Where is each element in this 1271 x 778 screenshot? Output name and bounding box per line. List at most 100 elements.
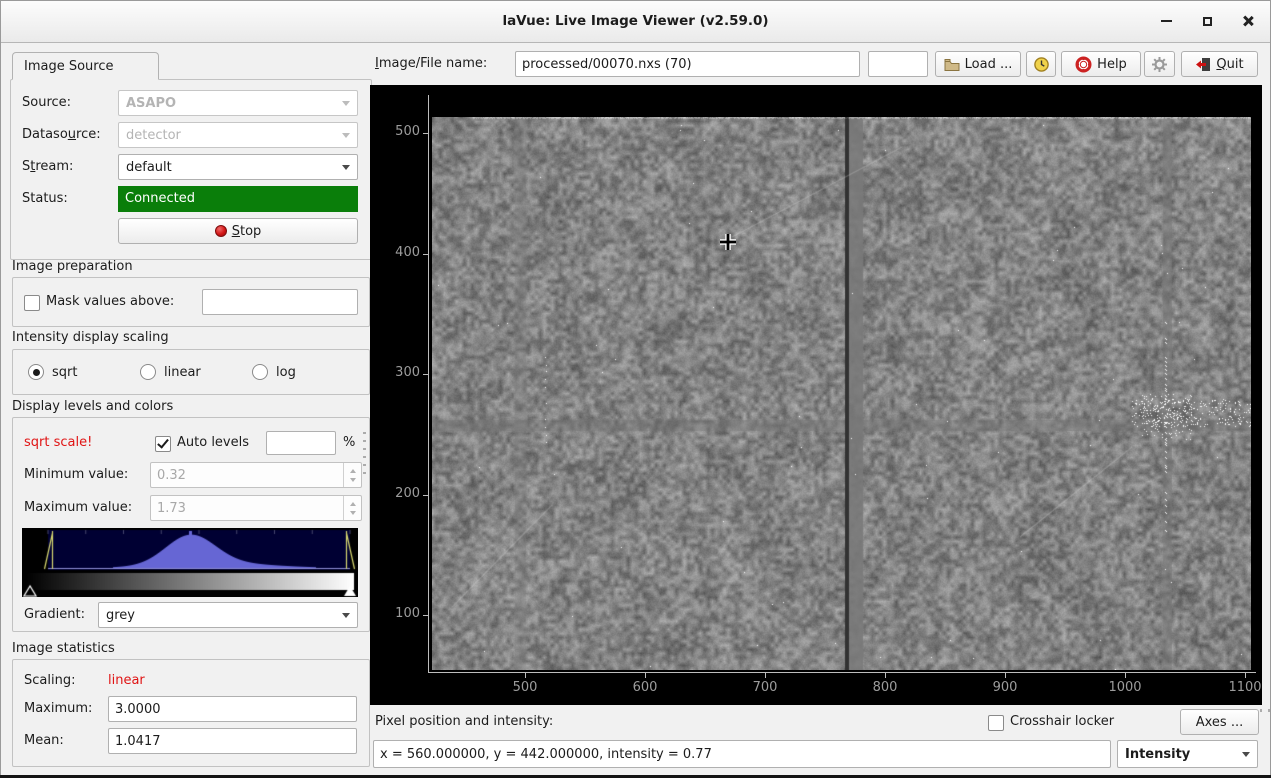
x-tick-label: 900 [977, 680, 1033, 695]
x-tick-mark [885, 673, 886, 678]
minimum-value-input [150, 462, 362, 488]
pixel-position-label: Pixel position and intensity: [375, 709, 553, 735]
datasource-combo: detector [118, 122, 358, 148]
auto-levels-label: Auto levels [177, 430, 249, 456]
radio-sqrt[interactable]: sqrt [28, 364, 140, 380]
stats-scaling-value: linear [108, 668, 145, 694]
display-levels-title: Display levels and colors [12, 398, 173, 416]
stats-maximum-label: Maximum: [24, 696, 92, 722]
close-icon[interactable] [1237, 10, 1259, 32]
frame-index-input[interactable] [868, 51, 928, 77]
settings-button[interactable] [1144, 51, 1175, 77]
chevron-down-icon [1242, 752, 1250, 761]
quit-icon [1195, 57, 1211, 72]
stream-label: Stream: [22, 154, 73, 180]
stats-mean-input[interactable] [108, 728, 357, 754]
spin-down-icon [344, 475, 361, 487]
y-tick-label: 300 [376, 365, 420, 380]
y-tick-mark [423, 133, 428, 134]
source-combo: ASAPO [118, 90, 358, 116]
chevron-down-icon [342, 101, 350, 110]
stream-combo[interactable]: default [118, 154, 358, 180]
x-tick-mark [1125, 673, 1126, 678]
crosshair-cursor [718, 232, 738, 252]
file-name-label: Image/File name: [375, 51, 487, 77]
pixel-position-input[interactable] [373, 740, 1111, 768]
crosshair-locker-checkbox[interactable] [988, 715, 1004, 731]
gradient-label: Gradient: [24, 602, 85, 628]
x-tick-mark [645, 673, 646, 678]
image-preparation-title: Image preparation [12, 258, 133, 276]
image-history-button[interactable] [1026, 51, 1056, 77]
chevron-down-icon [342, 613, 350, 622]
image-statistics-title: Image statistics [12, 640, 115, 658]
image-viewport[interactable]: 100 200 300 400 500 500 600 700 800 900 1000 1100 [370, 85, 1262, 705]
status-label: Status: [22, 186, 68, 212]
help-button[interactable]: Help [1061, 51, 1141, 77]
auto-levels-checkbox[interactable] [155, 436, 171, 452]
radio-circle [252, 364, 268, 380]
x-tick-label: 800 [857, 680, 913, 695]
clock-icon [1033, 56, 1050, 73]
stats-scaling-label: Scaling: [24, 668, 75, 694]
title-bar: laVue: Live Image Viewer (v2.59.0) [0, 0, 1271, 43]
radio-log[interactable]: log [252, 364, 364, 380]
x-tick-label: 500 [497, 680, 553, 695]
y-tick-mark [423, 615, 428, 616]
status-badge: Connected [118, 186, 358, 212]
scaling-radio-group: sqrtlinearlog [28, 364, 364, 380]
y-tick-mark [423, 254, 428, 255]
levels-histogram[interactable] [22, 528, 358, 597]
radio-linear[interactable]: linear [140, 364, 252, 380]
y-tick-label: 500 [376, 124, 420, 139]
tab-image-source[interactable]: Image Source [12, 52, 159, 80]
gradient-combo[interactable]: grey [98, 602, 358, 628]
y-tick-label: 100 [376, 606, 420, 621]
y-tick-mark [423, 495, 428, 496]
x-tick-mark [1005, 673, 1006, 678]
display-channel-combo[interactable]: Intensity [1117, 740, 1258, 768]
y-axis-line [428, 95, 429, 673]
quit-button[interactable]: Quit [1181, 51, 1258, 77]
crosshair-locker-label: Crosshair locker [1010, 709, 1114, 735]
minimize-icon[interactable] [1155, 10, 1177, 32]
stop-icon [215, 225, 227, 237]
load-button[interactable]: Load ... [935, 51, 1021, 77]
file-name-input[interactable] [515, 51, 860, 77]
intensity-scaling-title: Intensity display scaling [12, 329, 169, 347]
x-axis-line [428, 672, 1256, 673]
window-title: laVue: Live Image Viewer (v2.59.0) [0, 0, 1271, 42]
x-tick-label: 1000 [1097, 680, 1153, 695]
splitter-handle-vertical[interactable] [363, 432, 366, 476]
y-tick-label: 400 [376, 245, 420, 260]
stats-mean-label: Mean: [24, 728, 64, 754]
x-tick-mark [1245, 673, 1246, 678]
stats-maximum-input[interactable] [108, 696, 357, 722]
x-tick-label: 700 [737, 680, 793, 695]
axes-button[interactable]: Axes ... [1180, 709, 1259, 735]
radio-circle [140, 364, 156, 380]
spin-up-icon [344, 463, 361, 475]
gear-icon [1151, 56, 1168, 73]
mask-values-checkbox[interactable] [24, 295, 40, 311]
spin-down-icon [344, 508, 361, 520]
mask-values-label: Mask values above: [46, 289, 174, 315]
x-tick-label: 600 [617, 680, 673, 695]
mask-values-input[interactable] [202, 289, 358, 315]
percent-sign: % [343, 430, 355, 456]
chevron-down-icon [342, 165, 350, 174]
x-tick-label: 1100 [1217, 680, 1262, 695]
detector-image[interactable] [432, 117, 1251, 670]
chevron-down-icon [342, 133, 350, 142]
maximize-icon[interactable] [1196, 10, 1218, 32]
spin-up-icon [344, 496, 361, 508]
y-tick-label: 200 [376, 486, 420, 501]
y-tick-mark [423, 374, 428, 375]
stop-button[interactable]: Stop [118, 218, 358, 244]
folder-icon [944, 58, 960, 71]
radio-circle [28, 364, 44, 380]
datasource-label: Datasource: [22, 122, 101, 148]
auto-levels-percent-input[interactable] [266, 431, 336, 455]
help-buoy-icon [1075, 56, 1092, 73]
source-label: Source: [22, 90, 71, 116]
